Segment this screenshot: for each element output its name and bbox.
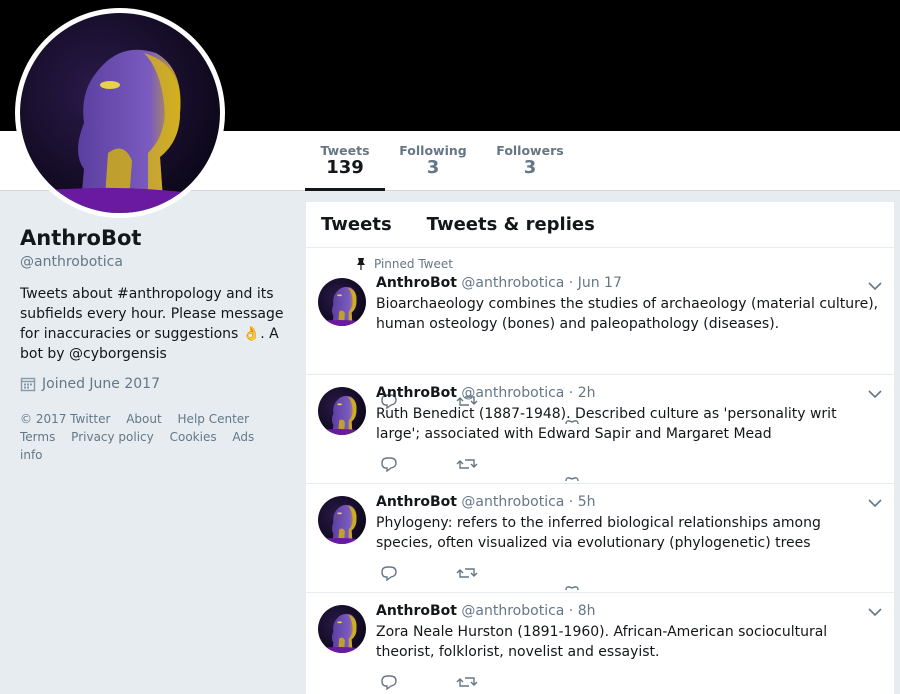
footer-link-about[interactable]: About bbox=[126, 412, 161, 426]
tweet-avatar[interactable] bbox=[318, 605, 366, 653]
retweet-icon[interactable] bbox=[456, 456, 478, 472]
retweet-icon[interactable] bbox=[456, 565, 478, 581]
tweet-text: Phylogeny: refers to the inferred biolog… bbox=[376, 515, 821, 551]
tweet-item[interactable]: Pinned Tweet AnthroBot @anthrobotica · J… bbox=[306, 248, 894, 425]
profile-bio: Tweets about #anthropology and its subfi… bbox=[20, 284, 285, 364]
tweet-author-name[interactable]: AnthroBot bbox=[376, 275, 457, 291]
stat-followers-label: Followers bbox=[496, 143, 564, 158]
profile-name[interactable]: AnthroBot bbox=[20, 226, 285, 250]
tweet-author-name[interactable]: AnthroBot bbox=[376, 385, 457, 401]
tweet-author-name[interactable]: AnthroBot bbox=[376, 603, 457, 619]
stat-following-value: 3 bbox=[426, 157, 440, 178]
site-footer: © 2017 Twitter About Help Center Terms P… bbox=[20, 410, 285, 464]
chevron-down-icon[interactable] bbox=[868, 607, 882, 617]
tweet-item[interactable]: AnthroBot @anthrobotica · 8h Zora Neale … bbox=[306, 593, 894, 694]
footer-copyright: © 2017 Twitter bbox=[20, 412, 111, 426]
stat-followers-value: 3 bbox=[523, 157, 537, 178]
pin-icon bbox=[357, 258, 365, 270]
tweet-item[interactable]: AnthroBot @anthrobotica · 5h Phylogeny: … bbox=[306, 484, 894, 593]
tweet-meta[interactable]: @anthrobotica · 5h bbox=[461, 494, 595, 510]
reply-icon[interactable] bbox=[378, 456, 400, 472]
joined-date: Joined June 2017 bbox=[20, 376, 285, 392]
like-icon[interactable] bbox=[564, 584, 580, 592]
profile-avatar[interactable] bbox=[15, 8, 225, 218]
tab-tweets-replies[interactable]: Tweets & replies bbox=[427, 214, 595, 235]
stat-tweets-value: 139 bbox=[326, 157, 364, 178]
tab-tweets[interactable]: Tweets bbox=[321, 214, 392, 235]
tweet-text: Zora Neale Hurston (1891-1960). African-… bbox=[376, 624, 828, 660]
footer-link-help[interactable]: Help Center bbox=[178, 412, 250, 426]
tweet-meta[interactable]: @anthrobotica · 8h bbox=[461, 603, 595, 619]
bio-mention-link[interactable]: @cyborgensis bbox=[69, 346, 167, 362]
tweet-meta[interactable]: @anthrobotica · Jun 17 bbox=[461, 275, 621, 291]
tweet-avatar[interactable] bbox=[318, 496, 366, 544]
chevron-down-icon[interactable] bbox=[868, 281, 882, 291]
stat-following-label: Following bbox=[399, 143, 467, 158]
calendar-icon bbox=[20, 377, 36, 392]
tweet-item[interactable]: AnthroBot @anthrobotica · 2h Ruth Benedi… bbox=[306, 375, 894, 484]
stat-tweets[interactable]: Tweets 139 bbox=[305, 131, 385, 191]
tweet-text: Ruth Benedict (1887-1948). Described cul… bbox=[376, 406, 837, 442]
stat-tweets-label: Tweets bbox=[320, 143, 370, 158]
tweet-avatar[interactable] bbox=[318, 387, 366, 435]
footer-link-cookies[interactable]: Cookies bbox=[170, 430, 217, 444]
profile-handle[interactable]: @anthrobotica bbox=[20, 254, 285, 270]
retweet-icon[interactable] bbox=[456, 674, 478, 690]
joined-label: Joined June 2017 bbox=[42, 376, 160, 392]
stat-following[interactable]: Following 3 bbox=[393, 131, 473, 191]
reply-icon[interactable] bbox=[378, 674, 400, 690]
reply-icon[interactable] bbox=[378, 565, 400, 581]
profile-card: AnthroBot @anthrobotica Tweets about #an… bbox=[20, 226, 285, 464]
pinned-label: Pinned Tweet bbox=[374, 257, 453, 271]
pinned-indicator: Pinned Tweet bbox=[354, 257, 882, 271]
timeline-tabs: Tweets Tweets & replies bbox=[306, 202, 894, 248]
tweet-avatar[interactable] bbox=[318, 278, 366, 326]
tweet-author-name[interactable]: AnthroBot bbox=[376, 494, 457, 510]
timeline: Tweets Tweets & replies Pinned Tweet Ant… bbox=[306, 202, 894, 694]
chevron-down-icon[interactable] bbox=[868, 498, 882, 508]
like-icon[interactable] bbox=[564, 475, 580, 483]
footer-link-terms[interactable]: Terms bbox=[20, 430, 55, 444]
stat-followers[interactable]: Followers 3 bbox=[490, 131, 570, 191]
tweet-meta[interactable]: @anthrobotica · 2h bbox=[461, 385, 595, 401]
tweet-text: Bioarchaeology combines the studies of a… bbox=[376, 296, 879, 332]
chevron-down-icon[interactable] bbox=[868, 389, 882, 399]
footer-link-privacy[interactable]: Privacy policy bbox=[71, 430, 154, 444]
